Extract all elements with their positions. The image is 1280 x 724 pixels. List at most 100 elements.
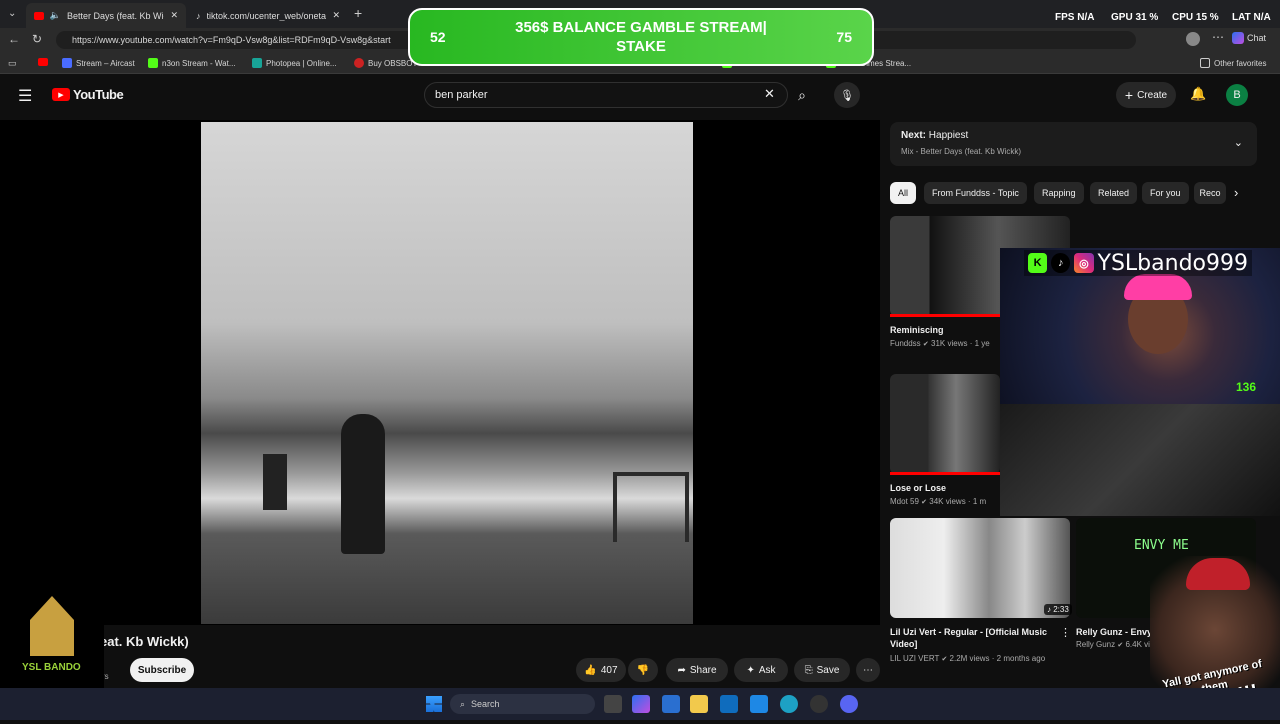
tab-list-chevron-icon[interactable]: ⌄ [8, 8, 16, 19]
rec-title[interactable]: Reminiscing [890, 324, 990, 336]
kick-badge: 136 [1236, 380, 1257, 394]
aircast-icon [62, 58, 72, 68]
share-icon: ➦ [677, 664, 686, 676]
verified-icon: ✔ [941, 656, 948, 663]
kick-icon: K [1028, 253, 1048, 273]
thumb-text: ENVY ME [1134, 538, 1189, 553]
search-button[interactable]: ⌕ [788, 82, 816, 108]
tab-label: Better Days (feat. Kb Wickk) - [66, 10, 164, 21]
create-button[interactable]: + Create [1116, 82, 1176, 108]
youtube-favicon-icon [34, 11, 44, 20]
profile-icon[interactable] [1186, 32, 1200, 46]
tab-label: tiktok.com/ucenter_web/onetap_... [206, 10, 327, 21]
plus-icon: + [1124, 87, 1134, 103]
chip-for-you[interactable]: For you [1142, 182, 1189, 204]
rec-meta: Relly Gunz ✔ 6.4K vie [1076, 640, 1150, 649]
bookmark-item[interactable]: Buy OBSBOT [354, 56, 417, 70]
camera-overlay-bottom [1000, 404, 1280, 516]
voice-search-button[interactable]: 🎙 [834, 82, 860, 108]
close-tab-icon[interactable]: ✕ [170, 10, 178, 21]
stake-right-value: 75 [836, 29, 852, 45]
hamburger-menu-icon[interactable]: ☰ [18, 86, 32, 106]
tab-tiktok[interactable]: ♪ tiktok.com/ucenter_web/onetap_... ✕ [188, 3, 348, 28]
tab-youtube[interactable]: 🔈 Better Days (feat. Kb Wickk) - ✕ [26, 3, 186, 28]
album-art-image [201, 122, 693, 624]
rec-title[interactable]: Lil Uzi Vert - Regular - [Official Music… [890, 626, 1058, 650]
search-icon: ⌕ [460, 698, 466, 709]
youtube-play-icon: ▶ [52, 88, 70, 101]
up-next-panel[interactable]: Next: Happiest Mix - Better Days (feat. … [890, 122, 1257, 166]
photopea-icon [252, 58, 262, 68]
chevron-down-icon[interactable]: ⌄ [1234, 136, 1243, 149]
pier-post [263, 454, 287, 510]
search-icon: ⌕ [798, 86, 806, 103]
subscribe-button[interactable]: Subscribe [130, 658, 194, 682]
copilot-icon [1232, 32, 1244, 44]
verified-icon: ✔ [1117, 642, 1124, 649]
video-title: eat. Kb Wickk) [100, 634, 189, 649]
search-input[interactable]: ben parker [424, 82, 788, 108]
rec-meta: Funddss ✔ 31K views · 1 ye [890, 339, 990, 348]
gpu-readout: GPU 31 % [1111, 12, 1159, 23]
rec-title[interactable]: Lose or Lose [890, 482, 946, 494]
music-note-icon: ♪ [1047, 605, 1051, 614]
more-menu-icon[interactable]: ⋯ [1212, 30, 1224, 44]
folder-icon [1200, 58, 1210, 68]
avatar[interactable]: B [1226, 84, 1248, 106]
new-tab-icon[interactable]: + [354, 5, 362, 21]
chip-recommended[interactable]: Reco [1194, 182, 1226, 204]
notifications-bell-icon[interactable]: 🔔 [1190, 86, 1206, 102]
speaker-icon[interactable]: 🔈 [50, 10, 61, 21]
sparkle-icon: ✦ [746, 664, 755, 676]
like-button[interactable]: 👍 407 [576, 658, 626, 682]
app-icon[interactable] [720, 695, 738, 713]
more-actions-button[interactable]: ⋯ [856, 658, 880, 682]
dislike-button[interactable]: 👎 [628, 658, 658, 682]
bookmark-item[interactable]: n3on Stream - Wat... [148, 56, 236, 70]
store-icon[interactable] [662, 695, 680, 713]
file-explorer-icon[interactable] [690, 695, 708, 713]
more-icon: ⋯ [863, 664, 873, 676]
fps-readout: FPS N/A [1055, 12, 1095, 23]
rec-meta: Mdot 59 ✔ 34K views · 1 m [890, 497, 987, 506]
edge-icon[interactable] [780, 695, 798, 713]
discord-icon[interactable] [840, 695, 858, 713]
other-favorites[interactable]: Other favorites [1200, 56, 1266, 70]
copilot-icon[interactable] [632, 695, 650, 713]
bookmark-item[interactable]: Stream – Aircast [62, 56, 135, 70]
bookmark-youtube-icon[interactable]: ▭ [8, 58, 18, 68]
obsbot-icon [354, 58, 364, 68]
clear-search-icon[interactable]: ✕ [764, 86, 775, 102]
close-tab-icon[interactable]: ✕ [332, 10, 340, 21]
taskbar-search[interactable]: ⌕ Search [450, 694, 595, 714]
obs-icon[interactable] [810, 695, 828, 713]
video-thumbnail[interactable] [890, 518, 1070, 618]
youtube-logo[interactable]: ▶ YouTube [52, 87, 124, 102]
chip-related[interactable]: Related [1090, 182, 1138, 204]
share-button[interactable]: ➦ Share [666, 658, 728, 682]
more-vert-icon[interactable]: ⋮ [1060, 626, 1071, 639]
reload-icon[interactable]: ↻ [32, 32, 42, 46]
pink-beanie [1124, 274, 1192, 300]
cpu-readout: CPU 15 % [1172, 12, 1219, 23]
save-button[interactable]: ⎘ Save [794, 658, 850, 682]
back-icon[interactable]: ← [8, 32, 20, 46]
rec-title[interactable]: Relly Gunz - Envy [1076, 626, 1150, 638]
thumbs-down-icon: 👎 [636, 664, 650, 676]
tiktok-icon: ♪ [1051, 253, 1071, 273]
ask-button[interactable]: ✦ Ask [734, 658, 788, 682]
bookmark-youtube2-icon[interactable] [38, 58, 48, 66]
mail-icon[interactable] [750, 695, 768, 713]
mic-icon: 🎙 [840, 89, 854, 102]
task-view-icon[interactable] [604, 695, 622, 713]
chip-from-funddss[interactable]: From Funddss - Topic [924, 182, 1027, 204]
stake-title: 356$ BALANCE GAMBLE STREAM| STAKE [515, 19, 767, 55]
stake-goal-bar: 52 356$ BALANCE GAMBLE STREAM| STAKE 75 [408, 8, 874, 66]
bookmark-icon: ⎘ [804, 664, 813, 676]
copilot-chat-button[interactable]: Chat [1232, 32, 1266, 44]
chevron-right-icon[interactable]: › [1234, 185, 1238, 200]
video-thumbnail[interactable] [890, 374, 1000, 474]
bookmark-item[interactable]: Photopea | Online... [252, 56, 337, 70]
chip-all[interactable]: All [890, 182, 917, 204]
chip-rapping[interactable]: Rapping [1034, 182, 1084, 204]
